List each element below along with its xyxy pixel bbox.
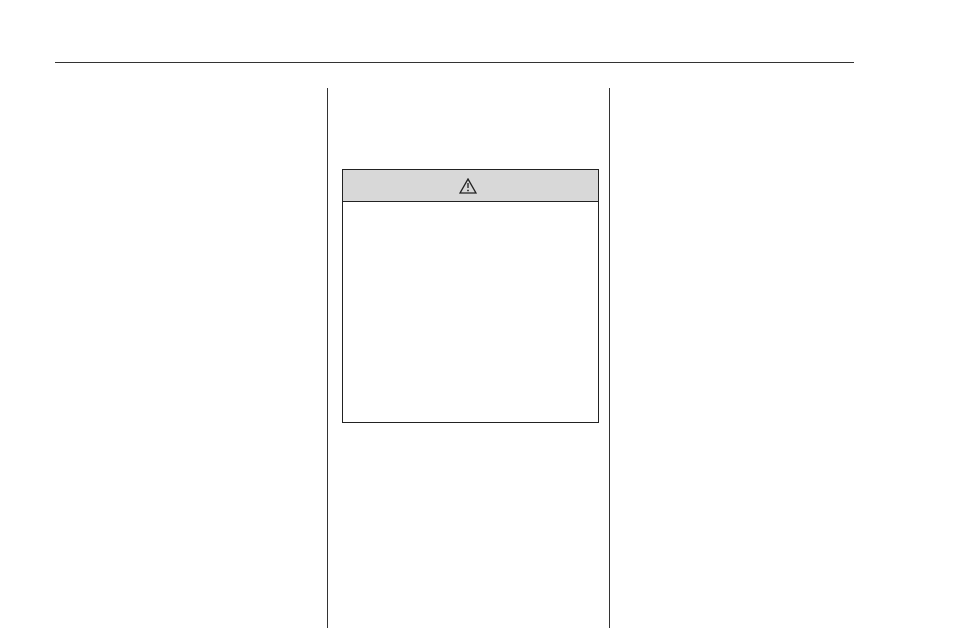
column-divider-right — [609, 88, 610, 628]
column-divider-left — [327, 88, 328, 628]
caution-body-text — [343, 202, 598, 222]
warning-triangle-icon — [459, 178, 477, 194]
caution-box — [342, 169, 599, 423]
top-horizontal-rule — [55, 62, 854, 63]
caution-header — [343, 170, 598, 202]
